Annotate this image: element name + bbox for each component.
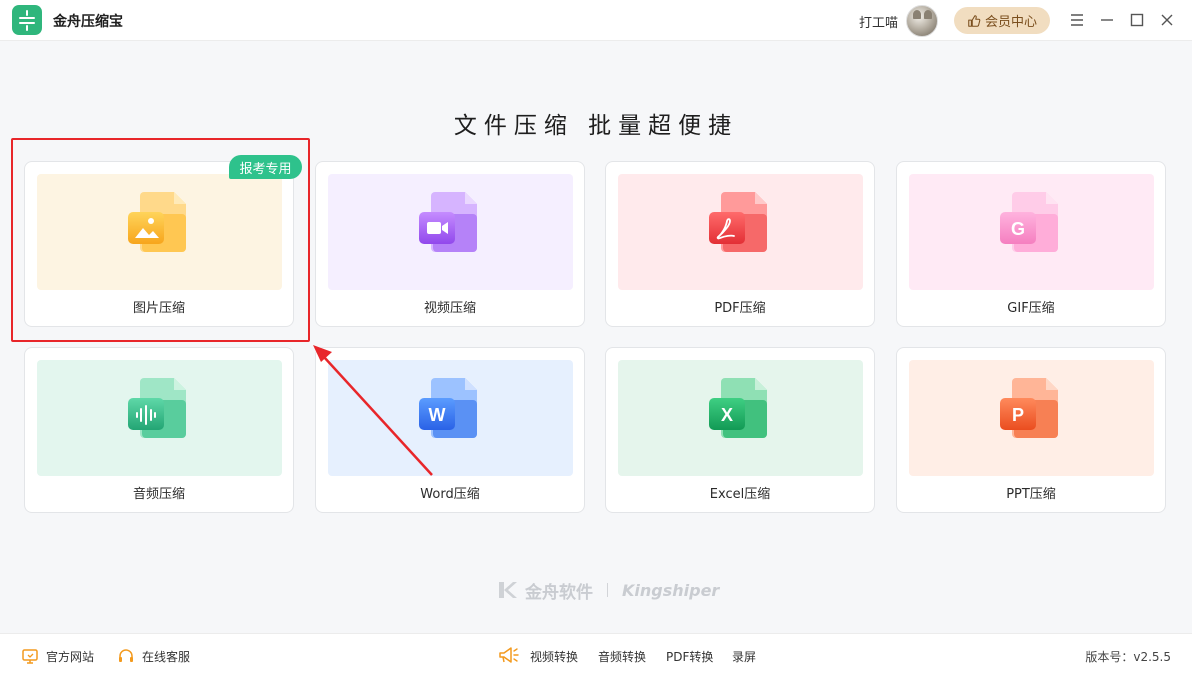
footer-bar: 官方网站 在线客服 视频转换 音频转换 PDF转换 录屏 版本号：v2.5.5 [0,633,1192,675]
member-center-label: 会员中心 [984,15,1037,30]
title-bar: 金舟压缩宝 打工喵 会员中心 [0,0,1192,41]
excel-file-icon: X [707,374,771,440]
image-file-icon [126,188,190,254]
card-label: PDF压缩 [714,301,766,316]
member-center-button[interactable]: 会员中心 [954,7,1050,34]
pdf-convert-link[interactable]: PDF转换 [666,648,713,665]
card-label: PPT压缩 [1006,487,1056,502]
audio-file-icon [126,374,190,440]
watermark-cn: 金舟软件 [525,582,593,603]
card-audio-compress[interactable]: 音频压缩 [24,347,294,513]
word-file-icon: W [417,374,481,440]
gif-file-icon: G [998,188,1062,254]
card-pdf-compress[interactable]: PDF压缩 [605,161,875,327]
svg-text:P: P [1012,405,1024,425]
card-image-compress[interactable]: 图片压缩 [24,161,294,327]
annotation-arrow [313,345,433,476]
card-label: Word压缩 [420,487,480,502]
page-headline: 文件压缩 批量超便捷 [453,113,739,139]
monitor-icon [22,649,38,664]
online-service-label: 在线客服 [142,649,191,664]
card-label: 音频压缩 [132,487,185,502]
user-name[interactable]: 打工喵 [859,12,898,31]
card-word-compress[interactable]: W Word压缩 [315,347,585,513]
official-site-label: 官方网站 [46,649,95,664]
audio-convert-link[interactable]: 音频转换 [598,648,646,665]
card-gif-compress[interactable]: G GIF压缩 [896,161,1166,327]
maximize-icon[interactable] [1128,11,1146,29]
online-service-link[interactable]: 在线客服 [117,647,190,665]
app-logo-icon [12,5,42,35]
screen-record-link[interactable]: 录屏 [732,648,756,665]
card-video-compress[interactable]: 视频压缩 [315,161,585,327]
minimize-icon[interactable] [1098,11,1116,29]
watermark-en: Kingshiper [622,580,720,600]
megaphone-icon [499,647,519,663]
card-label: 图片压缩 [132,301,185,316]
card-label: Excel压缩 [709,487,771,502]
card-ppt-compress[interactable]: P PPT压缩 [896,347,1166,513]
brand-watermark: 金舟软件 Kingshiper [497,578,720,603]
video-convert-link[interactable]: 视频转换 [530,648,578,665]
svg-text:G: G [1011,219,1025,239]
version-label: 版本号：v2.5.5 [1085,650,1171,664]
headset-icon [119,649,133,662]
card-label: GIF压缩 [1007,301,1055,316]
close-icon[interactable] [1158,11,1176,29]
pdf-file-icon [707,188,771,254]
card-excel-compress[interactable]: X Excel压缩 [605,347,875,513]
app-title: 金舟压缩宝 [53,14,123,30]
exam-badge: 报考专用 [229,155,302,179]
official-site-link[interactable]: 官方网站 [21,647,94,665]
menu-icon[interactable] [1068,11,1086,29]
kingshiper-logo-icon [499,582,517,598]
avatar[interactable] [906,5,938,37]
thumbs-up-icon [968,14,981,27]
svg-text:W: W [429,405,446,425]
ppt-file-icon: P [998,374,1062,440]
card-label: 视频压缩 [423,301,476,316]
watermark-divider [607,583,608,597]
video-file-icon [417,188,481,254]
svg-text:X: X [721,405,733,425]
